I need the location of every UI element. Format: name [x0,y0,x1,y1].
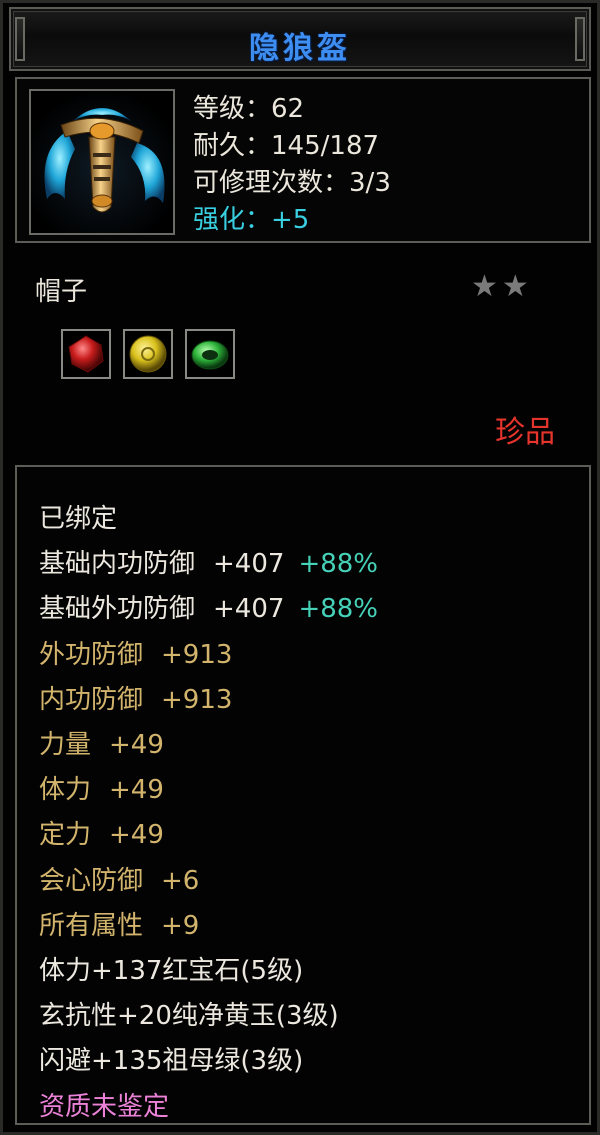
item-name: 隐狼盔 [249,31,351,66]
attr-row: 定力 +49 [39,820,164,851]
attr-row: 内功防御 +913 [39,684,233,715]
stat-durability: 耐久：145/187 [193,131,380,161]
ruby-gem-icon[interactable] [61,329,111,379]
quality-status: 资质未鉴定 [39,1091,170,1122]
gem-attr-row: 玄抗性+20纯净黄玉(3级) [39,1001,339,1032]
stat-enhance: 强化：+5 [193,205,310,235]
attr-row: 所有属性 +9 [39,910,200,941]
item-stats: 等级：62 耐久：145/187 可修理次数：3/3 强化：+5 [193,91,391,239]
attr-row: 会心防御 +6 [39,865,200,896]
emerald-gem-icon[interactable] [185,329,235,379]
item-type: 帽子 [35,277,88,307]
gem-attr-row: 体力+137红宝石(5级) [39,956,304,987]
yellow-jade-gem-icon[interactable] [123,329,173,379]
star-rating: ★★ [471,269,533,304]
stat-level: 等级：62 [193,94,305,124]
title-bar: 隐狼盔 [9,7,591,71]
bound-status: 已绑定 [39,504,118,534]
helmet-icon [29,89,175,235]
attr-row: 外功防御 +913 [39,639,233,670]
item-tooltip-panel: 隐狼盔 等级：62 耐久：145/187 可修理次数：3/3 强化：+5 帽子 … [0,0,600,1135]
gem-attr-row: 闪避+135祖母绿(3级) [39,1046,304,1077]
attr-row: 体力 +49 [39,775,164,806]
item-header: 等级：62 耐久：145/187 可修理次数：3/3 强化：+5 [15,77,591,243]
base-attr-row: 基础内功防御 +407 +88% [39,549,379,580]
attribute-list: 已绑定 基础内功防御 +407 +88% 基础外功防御 +407 +88% 外功防御 +9… [39,497,378,1130]
attr-row: 力量 +49 [39,730,164,761]
stat-repair-count: 可修理次数：3/3 [193,168,391,198]
base-attr-row: 基础外功防御 +407 +88% [39,594,379,625]
attribute-box: 已绑定 基础内功防御 +407 +88% 基础外功防御 +407 +88% 外功防御 +9… [15,465,591,1125]
rarity-label: 珍品 [495,415,555,450]
